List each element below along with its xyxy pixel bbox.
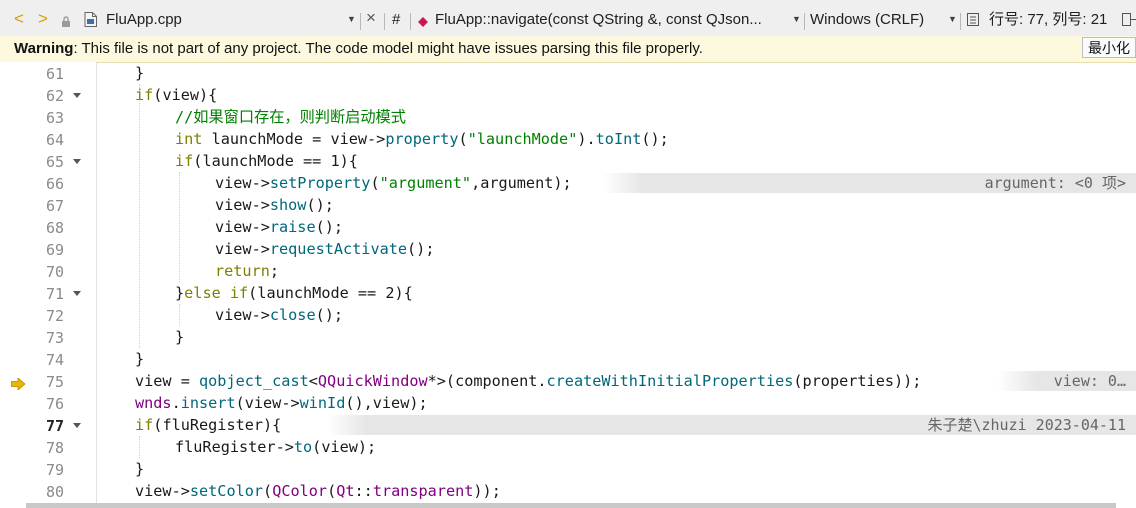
minimize-button[interactable]: 最小化 [1082,37,1136,58]
code-editor[interactable]: 61 62 63 64 65 66 67 68 69 70 71 72 73 7… [0,62,1136,508]
forward-button[interactable]: > [38,10,48,28]
line-number: 66 [45,175,64,193]
code-line[interactable]: } [97,458,1136,480]
method-diamond-icon [418,14,428,27]
split-icon[interactable] [1122,13,1136,26]
toolbar-separator [410,13,411,30]
blame-annotation: 朱子楚\zhuzi 2023-04-11 [327,415,1136,435]
line-number: 64 [45,131,64,149]
close-icon: × [366,8,376,27]
warning-message: : This file is not part of any project. … [73,40,703,57]
execution-arrow-icon [10,377,26,393]
line-number: 65 [45,153,64,171]
chevron-right-icon: > [38,9,48,28]
toolbar-separator [360,13,361,30]
line-number: 70 [45,263,64,281]
line-ending-dropdown-icon[interactable]: ▼ [948,14,957,24]
line-number: 75 [45,373,64,391]
horizontal-scrollbar[interactable] [26,503,1116,508]
toolbar-separator [960,13,961,30]
cursor-position[interactable]: 行号: 77, 列号: 21 [989,11,1107,29]
warning-label: Warning [14,40,74,57]
code-line[interactable]: fluRegister->to(view); [97,436,1136,458]
symbol-hash-label: # [392,11,401,28]
line-number: 73 [45,329,64,347]
line-number: 67 [45,197,64,215]
symbol-dropdown-icon[interactable]: ▼ [792,14,801,24]
code-line[interactable]: wnds.insert(view->winId(),view); [97,392,1136,414]
code-line[interactable]: } [97,348,1136,370]
editor-toolbar: < > FluApp.cpp ▼ × # FluApp::navigate(co… [0,0,1136,39]
line-number-gutter[interactable]: 61 62 63 64 65 66 67 68 69 70 71 72 73 7… [0,62,97,508]
file-name[interactable]: FluApp.cpp [106,11,182,29]
code-line[interactable]: view->setProperty("argument",argument); … [97,172,1136,194]
line-number: 76 [45,395,64,413]
symbol-selector[interactable]: FluApp::navigate(const QString &, const … [435,11,785,29]
code-line[interactable]: return; [97,260,1136,282]
close-file-button[interactable]: × [366,9,376,27]
fold-marker-icon[interactable] [73,93,81,98]
fold-marker-icon[interactable] [73,291,81,296]
inline-hint: view: 0… [997,371,1136,391]
line-number: 80 [45,483,64,501]
code-line[interactable]: view->close(); [97,304,1136,326]
line-number: 62 [45,87,64,105]
code-area[interactable]: } if(view){ //如果窗口存在，则判断启动模式 int launchM… [97,62,1136,508]
fold-marker-icon[interactable] [73,423,81,428]
toolbar-separator [804,13,805,30]
code-comment: //如果窗口存在，则判断启动模式 [175,108,406,126]
code-line[interactable]: } [97,326,1136,348]
toolbar-separator [384,13,385,30]
split-view-icon[interactable] [967,13,979,26]
warning-bar: Warning: This file is not part of any pr… [0,36,1136,63]
code-line[interactable]: if(view){ [97,84,1136,106]
current-line-number: 77 [45,417,64,435]
cpp-file-icon [84,12,97,27]
line-number: 63 [45,109,64,127]
current-code-line[interactable]: if(fluRegister){ 朱子楚\zhuzi 2023-04-11 [97,414,1136,436]
code-line[interactable]: view = qobject_cast<QQuickWindow*>(compo… [97,370,1136,392]
code-line[interactable]: view->requestActivate(); [97,238,1136,260]
code-line[interactable]: view->show(); [97,194,1136,216]
chevron-left-icon: < [14,9,24,28]
line-number: 72 [45,307,64,325]
fold-marker-icon[interactable] [73,159,81,164]
back-button[interactable]: < [14,10,24,28]
code-line[interactable]: }else if(launchMode == 2){ [97,282,1136,304]
code-line[interactable]: view->raise(); [97,216,1136,238]
line-number: 71 [45,285,64,303]
code-line[interactable]: int launchMode = view->property("launchM… [97,128,1136,150]
line-number: 74 [45,351,64,369]
code-line[interactable]: //如果窗口存在，则判断启动模式 [97,106,1136,128]
line-number: 79 [45,461,64,479]
line-ending-selector[interactable]: Windows (CRLF) [810,11,924,29]
code-line[interactable]: view->setColor(QColor(Qt::transparent)); [97,480,1136,502]
line-number: 69 [45,241,64,259]
line-number: 78 [45,439,64,457]
code-line[interactable]: } [97,62,1136,84]
line-number: 61 [45,65,64,83]
lock-icon [61,14,71,27]
file-dropdown-icon[interactable]: ▼ [347,14,356,24]
line-number: 68 [45,219,64,237]
inline-hint: argument: <0 项> [602,173,1136,193]
code-line[interactable]: if(launchMode == 1){ [97,150,1136,172]
